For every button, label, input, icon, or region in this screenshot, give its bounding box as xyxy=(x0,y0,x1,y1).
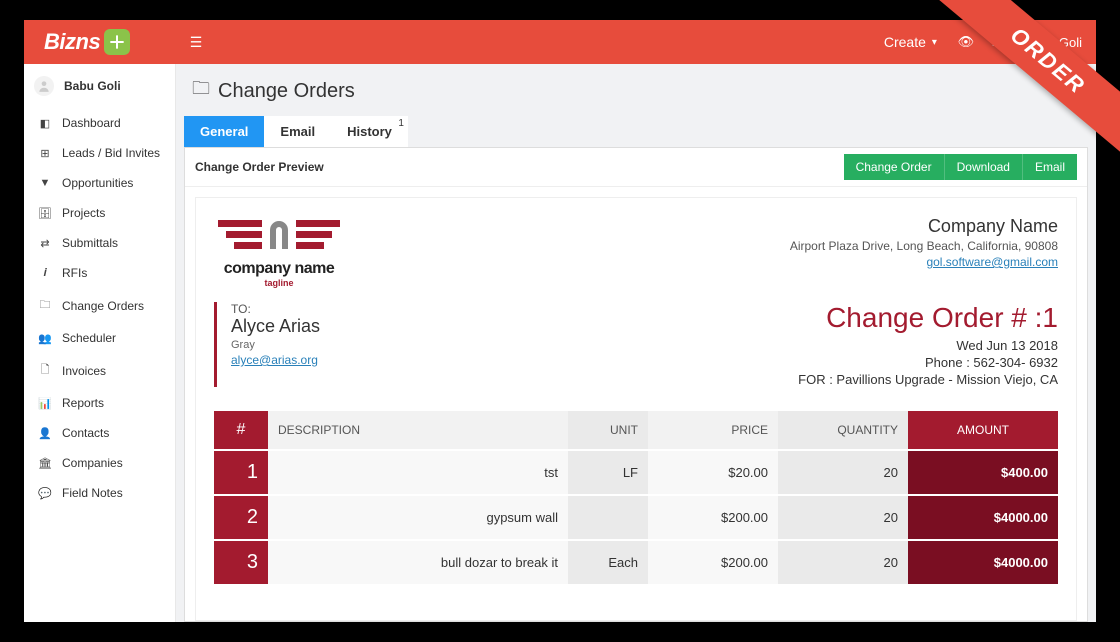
table-row: 1 tst LF $20.00 20 $400.00 xyxy=(214,450,1058,495)
line-items-table: # DESCRIPTION UNIT PRICE QUANTITY AMOUNT xyxy=(214,411,1058,584)
tabs: General Email History 1 xyxy=(176,116,1096,147)
brand-badge-icon xyxy=(104,29,130,55)
download-button[interactable]: Download xyxy=(944,154,1022,180)
tab-history[interactable]: History 1 xyxy=(331,116,408,147)
sidebar-item-contacts[interactable]: 👤Contacts xyxy=(24,418,175,448)
brand-name: Bizns xyxy=(44,29,100,55)
col-quantity: QUANTITY xyxy=(778,411,908,450)
folder-icon: 🗀 xyxy=(36,296,54,315)
create-label: Create xyxy=(884,34,926,50)
history-count-badge: 1 xyxy=(398,118,404,129)
company-logo: company name tagline xyxy=(214,216,344,288)
brand-logo[interactable]: Bizns xyxy=(24,29,176,55)
action-buttons: Change Order Download Email xyxy=(844,154,1077,180)
sidebar-item-leads[interactable]: ⊞Leads / Bid Invites xyxy=(24,138,175,168)
chat-icon: 💬 xyxy=(36,487,54,500)
sidebar-item-change-orders[interactable]: 🗀Change Orders xyxy=(24,288,175,323)
chart-icon: 📊 xyxy=(36,397,54,410)
sidebar-item-companies[interactable]: 🏛Companies xyxy=(24,448,175,478)
briefcase-icon: 🗄 xyxy=(36,207,54,220)
sidebar-user-name: Babu Goli xyxy=(64,79,121,93)
panel-title: Change Order Preview xyxy=(195,160,324,174)
col-price: PRICE xyxy=(648,411,778,450)
to-email-link[interactable]: alyce@arias.org xyxy=(231,353,318,367)
building-icon: 🏛 xyxy=(36,457,54,470)
sidebar-item-opportunities[interactable]: ▼Opportunities xyxy=(24,168,175,198)
chevron-down-icon: ▾ xyxy=(932,37,937,48)
preview-panel: Change Order Preview Change Order Downlo… xyxy=(184,147,1088,622)
sidebar-item-submittals[interactable]: ⇄Submittals xyxy=(24,228,175,258)
menu-toggle-icon[interactable]: ☰ xyxy=(176,34,216,51)
transfer-icon: ⇄ xyxy=(36,237,54,250)
change-order-button[interactable]: Change Order xyxy=(844,154,944,180)
document-preview: company name tagline Company Name Airpor… xyxy=(195,197,1077,621)
users-icon: 👥 xyxy=(36,332,54,345)
change-order-phone: Phone : 562-304- 6932 xyxy=(798,355,1058,370)
filter-icon: ▼ xyxy=(36,177,54,189)
col-unit: UNIT xyxy=(568,411,648,450)
file-icon: 🗋 xyxy=(36,361,54,380)
sidebar-item-reports[interactable]: 📊Reports xyxy=(24,388,175,418)
col-num: # xyxy=(214,411,268,450)
tab-general[interactable]: General xyxy=(184,116,264,147)
sidebar: Babu Goli ◧Dashboard ⊞Leads / Bid Invite… xyxy=(24,64,176,622)
panel-header: Change Order Preview Change Order Downlo… xyxy=(185,148,1087,187)
company-email-link[interactable]: gol.software@gmail.com xyxy=(926,255,1058,269)
leads-icon: ⊞ xyxy=(36,147,54,160)
sidebar-item-scheduler[interactable]: 👥Scheduler xyxy=(24,323,175,353)
company-address: Airport Plaza Drive, Long Beach, Califor… xyxy=(790,239,1058,253)
email-button[interactable]: Email xyxy=(1022,154,1077,180)
topbar: Bizns ☰ Create ▾ 👁 ⚑ Babu Goli xyxy=(24,20,1096,64)
logo-company-name: company name xyxy=(224,260,334,278)
sidebar-user[interactable]: Babu Goli xyxy=(24,70,175,108)
wings-icon xyxy=(214,216,344,258)
create-button[interactable]: Create ▾ xyxy=(870,34,951,50)
avatar-icon xyxy=(34,76,54,96)
main-content: 🗀 Change Orders General Email History 1 … xyxy=(176,64,1096,622)
dashboard-icon: ◧ xyxy=(36,117,54,130)
company-name: Company Name xyxy=(790,216,1058,237)
page-title: Change Orders xyxy=(218,80,355,103)
sidebar-item-rfis[interactable]: 𝒊RFIs xyxy=(24,258,175,288)
col-description: DESCRIPTION xyxy=(268,411,568,450)
table-row: 3 bull dozar to break it Each $200.00 20… xyxy=(214,540,1058,584)
sidebar-item-invoices[interactable]: 🗋Invoices xyxy=(24,353,175,388)
sidebar-item-dashboard[interactable]: ◧Dashboard xyxy=(24,108,175,138)
watch-icon[interactable]: 👁 xyxy=(951,34,981,50)
to-label: TO: xyxy=(231,302,320,316)
to-subtitle: Gray xyxy=(231,339,320,351)
sidebar-item-projects[interactable]: 🗄Projects xyxy=(24,198,175,228)
col-amount: AMOUNT xyxy=(908,411,1058,450)
page-header: 🗀 Change Orders xyxy=(176,64,1096,116)
logo-tagline: tagline xyxy=(264,278,293,288)
folder-icon: 🗀 xyxy=(192,76,210,106)
to-name: Alyce Arias xyxy=(231,316,320,337)
change-order-title: Change Order # :1 xyxy=(798,302,1058,334)
sidebar-item-field-notes[interactable]: 💬Field Notes xyxy=(24,478,175,508)
app-window: Bizns ☰ Create ▾ 👁 ⚑ Babu Goli Babu Goli… xyxy=(24,20,1096,622)
table-row: 2 gypsum wall $200.00 20 $4000.00 xyxy=(214,495,1058,540)
change-order-date: Wed Jun 13 2018 xyxy=(798,338,1058,353)
person-icon: 👤 xyxy=(36,427,54,440)
tab-email[interactable]: Email xyxy=(264,116,331,147)
change-order-for: FOR : Pavillions Upgrade - Mission Viejo… xyxy=(798,372,1058,387)
info-icon: 𝒊 xyxy=(36,267,54,280)
